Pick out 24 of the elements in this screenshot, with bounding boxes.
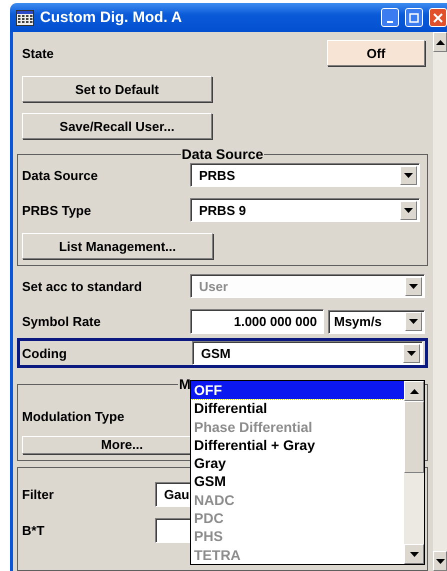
field-label: B*T: [22, 523, 46, 538]
dropdown[interactable]: PRBS 9: [190, 198, 420, 222]
list-option[interactable]: Differential: [191, 399, 404, 418]
action-button[interactable]: Set to Default: [22, 76, 212, 102]
list-option[interactable]: OFF: [191, 381, 404, 400]
state-toggle-button[interactable]: Off: [327, 40, 425, 66]
field-label: Set acc to standard: [22, 278, 143, 294]
list-management-button[interactable]: List Management...: [22, 233, 213, 260]
field-label: State: [22, 46, 55, 61]
field-label: Modulation Type: [22, 408, 126, 424]
unit-dropdown[interactable]: Msym/s: [328, 310, 425, 334]
action-button[interactable]: Save/Recall User...: [22, 113, 212, 140]
group-legend: M: [178, 376, 192, 392]
dropdown[interactable]: PRBS: [190, 163, 420, 188]
window-title: Custom Dig. Mod. A: [40, 9, 183, 26]
list-option[interactable]: Gray: [191, 454, 404, 472]
field-label: Data Source: [22, 168, 99, 183]
field-label: Filter: [22, 486, 55, 502]
symbol-rate-field[interactable]: 1.000 000 000: [190, 309, 324, 334]
field-label: PRBS Type: [22, 202, 92, 218]
group-legend: Data Source: [180, 146, 264, 162]
coding-dropdown[interactable]: GSM: [192, 341, 423, 366]
field-label: Coding: [21, 346, 68, 361]
field-label: Symbol Rate: [22, 314, 102, 330]
